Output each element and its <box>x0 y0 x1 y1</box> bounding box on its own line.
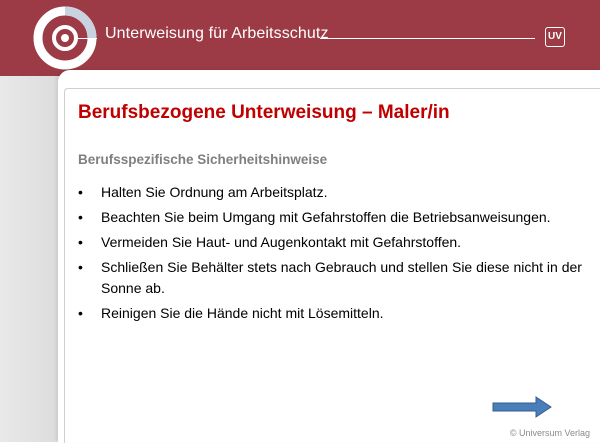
bullet-icon: • <box>78 234 83 250</box>
header-divider-left <box>75 38 97 39</box>
list-item-text: Vermeiden Sie Haut- und Augenkontakt mit… <box>101 234 462 250</box>
bullet-icon: • <box>78 259 83 275</box>
next-slide-button[interactable] <box>492 396 552 418</box>
list-item: • Vermeiden Sie Haut- und Augenkontakt mi… <box>78 232 588 253</box>
bullet-icon: • <box>78 305 83 321</box>
list-item-text: Reinigen Sie die Hände nicht mit Lösemit… <box>101 305 384 321</box>
bullet-icon: • <box>78 184 83 200</box>
header-divider-right <box>320 38 535 39</box>
copyright-text: © Universum Verlag <box>509 428 590 438</box>
side-panel <box>0 76 60 442</box>
list-item: • Schließen Sie Behälter stets nach Gebra… <box>78 257 588 299</box>
list-item-text: Beachten Sie beim Umgang mit Gefahrstoff… <box>101 209 551 225</box>
header-title: Unterweisung für Arbeitsschutz <box>105 25 329 42</box>
slide-title: Berufsbezogene Unterweisung – Maler/in <box>78 102 450 123</box>
list-item-text: Halten Sie Ordnung am Arbeitsplatz. <box>101 184 328 200</box>
list-item: • Halten Sie Ordnung am Arbeitsplatz. <box>78 182 588 203</box>
arrow-right-icon <box>492 396 552 418</box>
section-heading: Berufsspezifische Sicherheitshinweise <box>78 152 328 167</box>
uv-logo-badge: UV <box>545 27 565 47</box>
safety-tips-list: • Halten Sie Ordnung am Arbeitsplatz. • Be… <box>78 182 588 328</box>
header-bar: Unterweisung für Arbeitsschutz UV <box>0 0 600 76</box>
bullet-icon: • <box>78 209 83 225</box>
list-item-text: Schließen Sie Behälter stets nach Gebrau… <box>101 259 582 296</box>
list-item: • Reinigen Sie die Hände nicht mit Lösemi… <box>78 303 588 324</box>
list-item: • Beachten Sie beim Umgang mit Gefahrstof… <box>78 207 588 228</box>
